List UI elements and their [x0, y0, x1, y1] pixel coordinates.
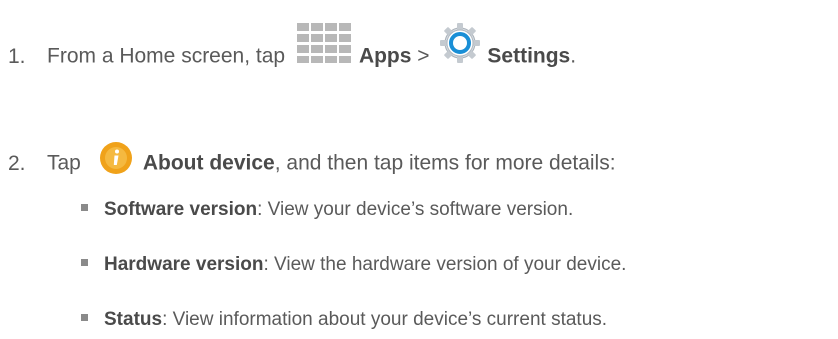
apps-grid-icon — [295, 21, 355, 65]
step-1: 1. From a Home screen, tap Apps > Settin… — [8, 23, 577, 79]
step-number: 2. — [8, 151, 26, 175]
item-term: Software version — [104, 199, 258, 220]
info-icon — [99, 141, 133, 175]
apps-label: Apps — [358, 44, 412, 68]
list-item: Hardware version: View the hardware vers… — [81, 253, 626, 277]
bullet-icon — [81, 204, 88, 212]
step-2: 2. Tap About device, and then tap items f… — [8, 142, 616, 181]
settings-label: Settings — [487, 44, 571, 68]
bullet-icon — [81, 314, 88, 322]
item-term: Status — [104, 309, 163, 330]
item-description: : View information about your device’s c… — [162, 309, 608, 330]
list-item: Software version: View your device’s sof… — [81, 198, 573, 222]
step-text: , and then tap items for more details: — [274, 151, 616, 175]
settings-gear-icon — [439, 22, 481, 64]
step-number: 1. — [8, 44, 26, 68]
tap-text: Tap — [47, 151, 81, 175]
about-device-label: About device — [142, 151, 275, 175]
item-term: Hardware version — [104, 254, 264, 275]
item-description: : View the hardware version of your devi… — [263, 254, 627, 275]
item-description: : View your device’s software version. — [257, 199, 574, 220]
step-text: From a Home screen, tap — [47, 44, 286, 68]
bullet-icon — [81, 259, 88, 267]
step-end: . — [570, 44, 577, 68]
separator: > — [417, 44, 430, 68]
list-item: Status: View information about your devi… — [81, 308, 607, 332]
